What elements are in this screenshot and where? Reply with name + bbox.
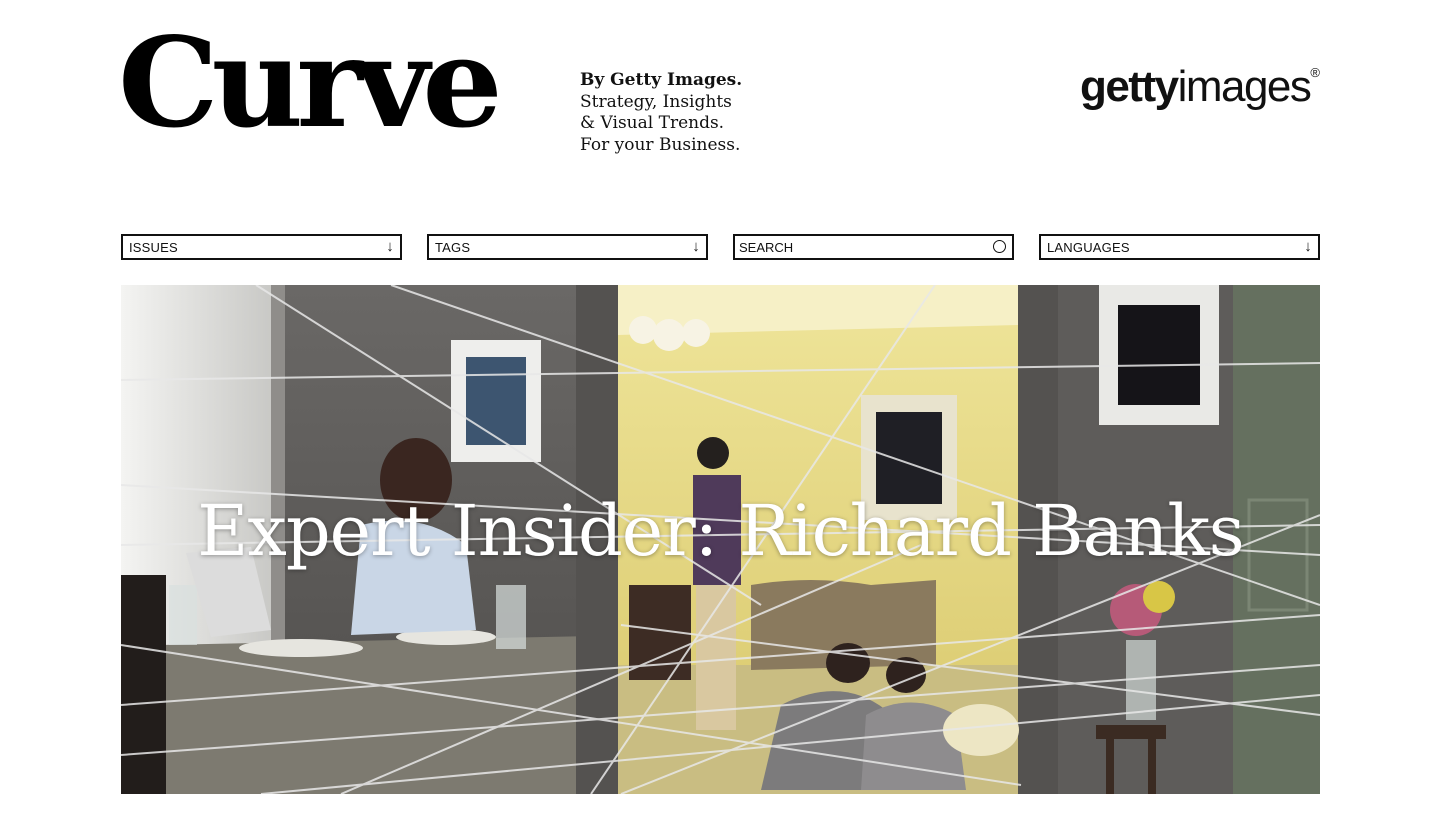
languages-dropdown[interactable]: LANGUAGES ↓ bbox=[1039, 234, 1320, 260]
search-icon[interactable] bbox=[993, 240, 1006, 253]
getty-logo-regular: images bbox=[1177, 62, 1312, 111]
glass-1 bbox=[169, 585, 197, 645]
curve-logo[interactable]: Curve bbox=[118, 22, 503, 146]
tagline-line-1: Strategy, Insights bbox=[580, 91, 732, 112]
registered-mark: ® bbox=[1310, 65, 1320, 80]
lamp-globe-3 bbox=[682, 319, 710, 347]
search-input[interactable] bbox=[739, 239, 984, 255]
lamp-globe-1 bbox=[629, 316, 657, 344]
issues-dropdown[interactable]: ISSUES ↓ bbox=[121, 234, 402, 260]
getty-images-logo[interactable]: gettyimages® bbox=[1080, 62, 1320, 112]
plate-1 bbox=[239, 639, 363, 657]
lamp-globe-2 bbox=[653, 319, 685, 351]
hero-title[interactable]: Expert Insider: Richard Banks bbox=[121, 490, 1320, 572]
getty-logo-bold: getty bbox=[1079, 62, 1179, 111]
arrow-down-icon: ↓ bbox=[1304, 238, 1312, 255]
flowers-yellow bbox=[1143, 581, 1175, 613]
tags-label: TAGS bbox=[435, 240, 471, 255]
right-artwork bbox=[1118, 305, 1200, 405]
tags-dropdown[interactable]: TAGS ↓ bbox=[427, 234, 708, 260]
left-artwork bbox=[466, 357, 526, 445]
issues-label: ISSUES bbox=[129, 240, 178, 255]
stool-top bbox=[1096, 725, 1166, 739]
hero-banner[interactable]: Expert Insider: Richard Banks bbox=[121, 285, 1320, 794]
man-trousers bbox=[696, 585, 736, 730]
chair bbox=[121, 575, 166, 794]
arrow-down-icon: ↓ bbox=[692, 238, 700, 255]
tagline: By Getty Images. Strategy, Insights & Vi… bbox=[580, 70, 742, 156]
stool-leg-1 bbox=[1106, 739, 1114, 794]
glass-2 bbox=[496, 585, 526, 649]
stool-leg-2 bbox=[1148, 739, 1156, 794]
byline: By Getty Images. bbox=[580, 70, 743, 90]
arrow-down-icon: ↓ bbox=[386, 238, 394, 255]
tagline-line-3: For your Business. bbox=[580, 134, 741, 155]
man-head bbox=[697, 437, 729, 469]
search-box[interactable] bbox=[733, 234, 1014, 260]
tagline-line-2: & Visual Trends. bbox=[580, 113, 725, 133]
filter-bar: ISSUES ↓ TAGS ↓ LANGUAGES ↓ bbox=[121, 234, 1320, 260]
languages-label: LANGUAGES bbox=[1047, 240, 1130, 255]
